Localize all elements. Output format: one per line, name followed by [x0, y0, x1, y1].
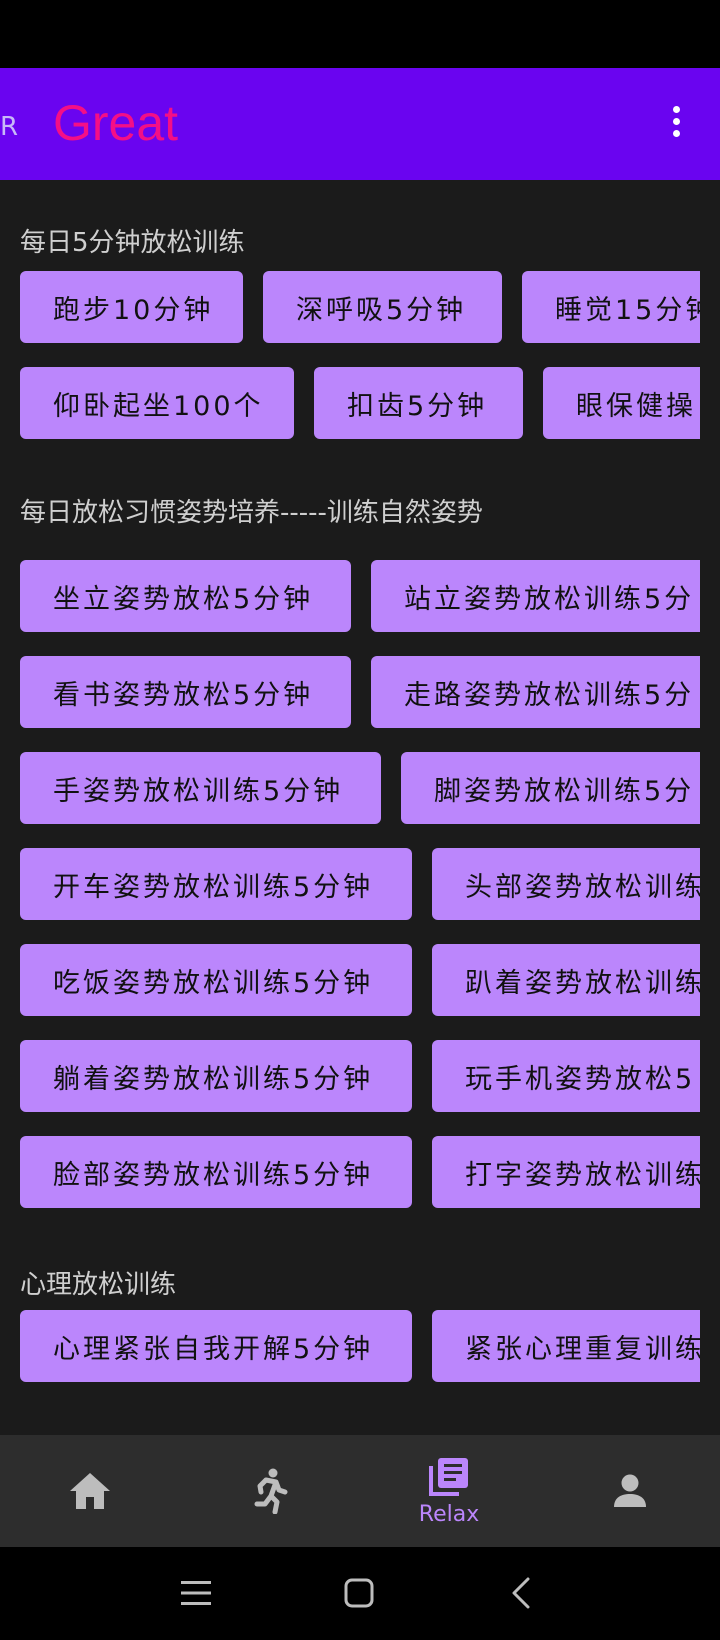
running-icon: [254, 1468, 288, 1514]
nav-relax[interactable]: Relax: [389, 1435, 509, 1547]
section-title-mental: 心理放松训练: [20, 1270, 177, 1300]
section-title-posture: 每日放松习惯姿势培养-----训练自然姿势: [20, 498, 483, 528]
home-icon: [70, 1473, 110, 1509]
posture-row-5: 吃饭姿势放松训练5分钟 趴着姿势放松训练: [0, 944, 700, 1016]
section-title-daily: 每日5分钟放松训练: [20, 228, 245, 258]
library-books-icon: [429, 1457, 468, 1496]
posture-row-6: 躺着姿势放松训练5分钟 玩手机姿势放松5: [0, 1040, 700, 1112]
person-icon: [614, 1474, 646, 1507]
status-bar: [0, 0, 720, 68]
posture-row-3: 手姿势放松训练5分钟 脚姿势放松训练5分: [0, 752, 700, 824]
home-square-icon[interactable]: [344, 1578, 374, 1608]
app-title: Great: [53, 95, 179, 151]
system-navigation-bar: [0, 1547, 720, 1640]
posture-button[interactable]: 头部姿势放松训练: [432, 848, 700, 920]
mental-repeat-button[interactable]: 紧张心理重复训练: [432, 1310, 700, 1382]
posture-button[interactable]: 开车姿势放松训练5分钟: [20, 848, 412, 920]
mental-row: 心理紧张自我开解5分钟 紧张心理重复训练: [0, 1310, 700, 1382]
posture-row-4: 开车姿势放松训练5分钟 头部姿势放松训练: [0, 848, 700, 920]
nav-profile[interactable]: [570, 1435, 690, 1547]
posture-button[interactable]: 看书姿势放松5分钟: [20, 656, 351, 728]
more-vert-icon[interactable]: [664, 106, 688, 146]
back-icon[interactable]: [510, 1577, 532, 1609]
situps-100-button[interactable]: 仰卧起坐100个: [20, 367, 294, 439]
posture-button[interactable]: 脸部姿势放松训练5分钟: [20, 1136, 412, 1208]
bottom-navigation: Relax: [0, 1435, 720, 1547]
posture-button[interactable]: 趴着姿势放松训练: [432, 944, 700, 1016]
posture-row-2: 看书姿势放松5分钟 走路姿势放松训练5分: [0, 656, 700, 728]
posture-button[interactable]: 吃饭姿势放松训练5分钟: [20, 944, 412, 1016]
teeth-tapping-5min-button[interactable]: 扣齿5分钟: [314, 367, 523, 439]
running-10min-button[interactable]: 跑步10分钟: [20, 271, 243, 343]
mental-selfrelief-button[interactable]: 心理紧张自我开解5分钟: [20, 1310, 412, 1382]
posture-button[interactable]: 坐立姿势放松5分钟: [20, 560, 351, 632]
daily-row-1: 跑步10分钟 深呼吸5分钟 睡觉15分钟: [0, 271, 700, 343]
posture-button[interactable]: 手姿势放松训练5分钟: [20, 752, 381, 824]
daily-row-2: 仰卧起坐100个 扣齿5分钟 眼保健操: [0, 367, 700, 439]
nav-relax-label: Relax: [418, 1501, 480, 1527]
posture-button[interactable]: 站立姿势放松训练5分: [371, 560, 700, 632]
posture-button[interactable]: 玩手机姿势放松5: [432, 1040, 700, 1112]
posture-button[interactable]: 走路姿势放松训练5分: [371, 656, 700, 728]
app-bar: R Great: [0, 68, 720, 180]
nav-home[interactable]: [30, 1435, 150, 1547]
deep-breath-5min-button[interactable]: 深呼吸5分钟: [263, 271, 502, 343]
sleep-15min-button[interactable]: 睡觉15分钟: [522, 271, 700, 343]
nav-exercise[interactable]: [209, 1435, 329, 1547]
posture-button[interactable]: 脚姿势放松训练5分: [401, 752, 700, 824]
posture-button[interactable]: 躺着姿势放松训练5分钟: [20, 1040, 412, 1112]
posture-button[interactable]: 打字姿势放松训练: [432, 1136, 700, 1208]
back-label[interactable]: R: [0, 114, 18, 140]
posture-row-1: 坐立姿势放松5分钟 站立姿势放松训练5分: [0, 560, 700, 632]
eye-exercise-button[interactable]: 眼保健操: [543, 367, 700, 439]
posture-row-7: 脸部姿势放松训练5分钟 打字姿势放松训练: [0, 1136, 700, 1208]
menu-icon[interactable]: [181, 1580, 211, 1606]
